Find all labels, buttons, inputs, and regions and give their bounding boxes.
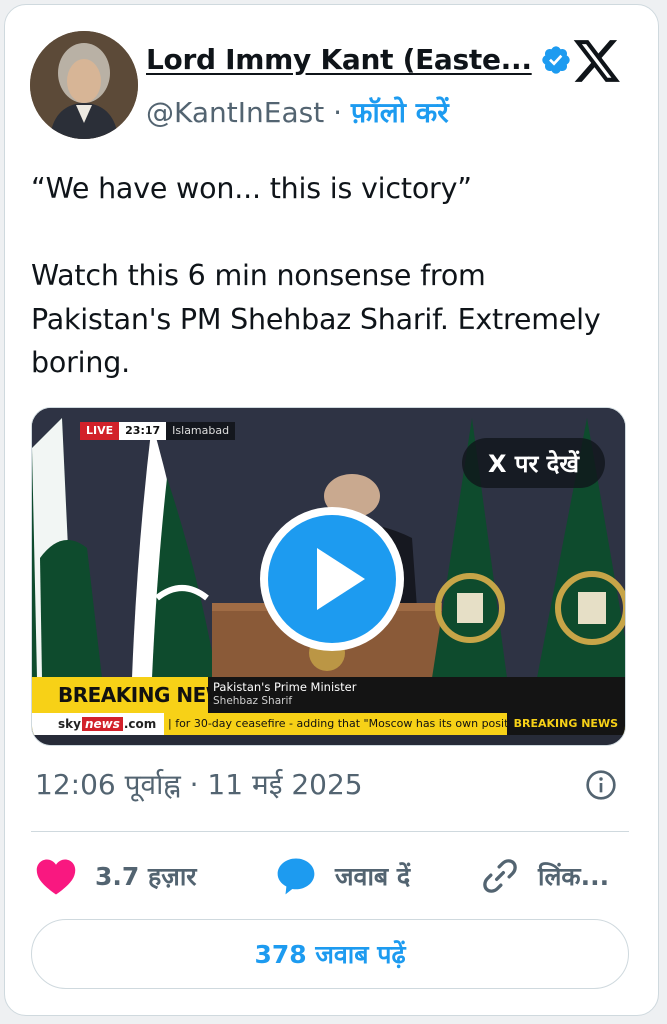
verified-badge-icon — [542, 45, 570, 74]
like-button[interactable]: 3.7 हज़ार — [35, 850, 197, 902]
live-location: Islamabad — [166, 422, 236, 440]
reply-button[interactable]: जवाब दें — [275, 850, 410, 902]
heart-icon — [36, 859, 76, 895]
news-text: news — [81, 717, 123, 731]
handle-separator: · — [333, 96, 342, 129]
divider — [31, 831, 629, 832]
reply-label: जवाब दें — [335, 862, 411, 891]
live-label: LIVE — [80, 422, 120, 440]
author-handle-row: @KantInEast · फ़ॉलो करें — [146, 93, 449, 131]
caption-title: Pakistan's Prime Minister — [213, 680, 357, 694]
video-player[interactable]: LIVE 23:17 Islamabad X पर देखें BREAKING… — [31, 407, 626, 746]
author-name-row: Lord Immy Kant (Easte... — [146, 43, 572, 76]
live-time: 23:17 — [119, 422, 167, 440]
link-icon — [483, 859, 517, 893]
breaking-news-bar: BREAKING NEWS Pakistan's Prime Minister … — [32, 677, 625, 713]
domain-text: .com — [123, 717, 157, 731]
like-count: 3.7 हज़ार — [95, 862, 197, 891]
author-display-name[interactable]: Lord Immy Kant (Easte... — [146, 43, 532, 76]
ticker-text: | for 30-day ceasefire - adding that "Mo… — [168, 717, 531, 730]
read-replies-label: 378 जवाब पढ़ें — [254, 940, 406, 969]
play-icon[interactable] — [257, 504, 407, 654]
sky-text: sky — [58, 717, 81, 731]
x-logo-icon[interactable] — [572, 38, 622, 84]
watch-on-x-button[interactable]: X पर देखें — [461, 438, 605, 488]
tweet-card: Lord Immy Kant (Easte... @KantInEast · फ… — [4, 4, 659, 1016]
news-ticker: sky news .com | for 30-day ceasefire - a… — [32, 713, 625, 735]
live-tag: LIVE 23:17 Islamabad — [80, 422, 236, 440]
ticker-tag: BREAKING NEWS — [506, 713, 625, 735]
portrait-avatar — [30, 31, 138, 139]
sky-news-logo: sky news .com — [32, 713, 164, 735]
follow-button[interactable]: फ़ॉलो करें — [351, 96, 449, 129]
speech-bubble-icon — [277, 858, 315, 895]
tweet-text: “We have won... this is victory” Watch t… — [31, 172, 601, 379]
avatar[interactable] — [30, 31, 138, 139]
breaking-news-label: BREAKING NEWS — [32, 677, 242, 713]
read-replies-button[interactable]: 378 जवाब पढ़ें — [31, 919, 629, 989]
caption-name: Shehbaz Sharif — [213, 695, 293, 707]
link-label: लिंक... — [538, 862, 610, 891]
info-icon[interactable] — [585, 769, 617, 801]
author-handle[interactable]: @KantInEast — [146, 96, 324, 129]
tweet-timestamp[interactable]: 12:06 पूर्वाह्न · 11 मई 2025 — [35, 765, 363, 803]
copy-link-button[interactable]: लिंक... — [480, 850, 609, 902]
